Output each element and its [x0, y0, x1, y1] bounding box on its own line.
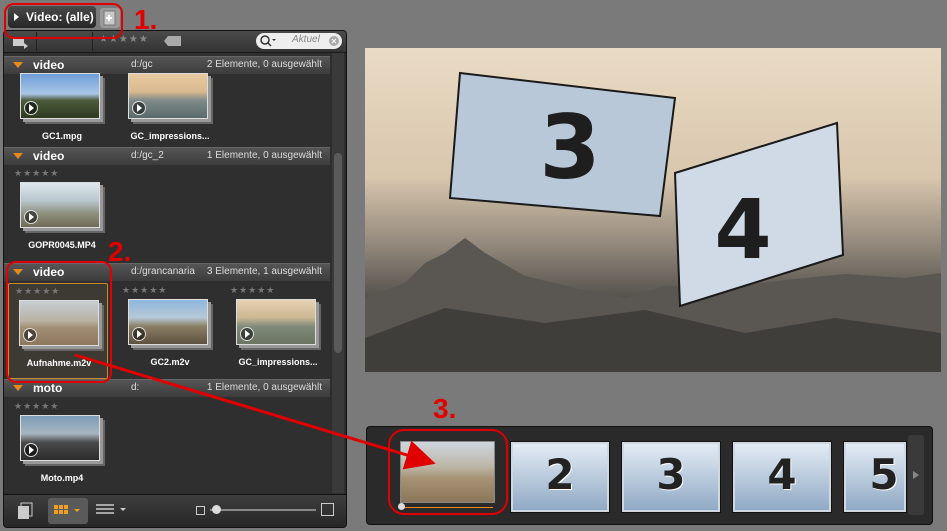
annotation-arrow — [74, 353, 436, 470]
